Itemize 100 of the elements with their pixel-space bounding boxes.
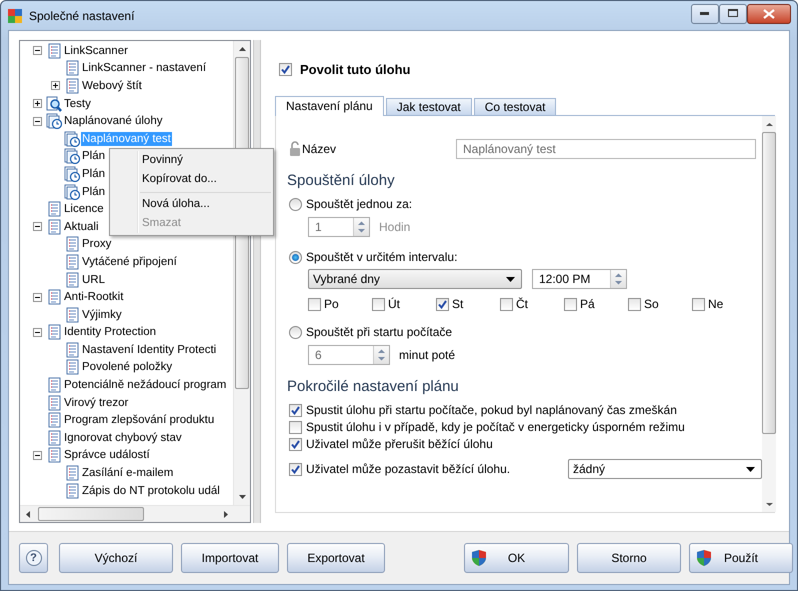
tree-item[interactable]: Virový trezor — [63, 396, 130, 410]
checkbox[interactable] — [289, 462, 302, 476]
maximize-icon — [728, 9, 738, 18]
time-field[interactable]: 12:00 PM — [532, 269, 627, 289]
expand-icon[interactable] — [50, 81, 60, 90]
checkbox[interactable] — [289, 404, 302, 416]
tree-item[interactable]: Zasílání e-mailem — [81, 466, 174, 480]
tree-item[interactable]: Ignorovat chybový stav — [63, 430, 183, 445]
tree-item[interactable]: LinkScanner - nastavení — [81, 61, 208, 76]
collapse-icon[interactable] — [32, 222, 42, 232]
checkbox[interactable] — [308, 298, 321, 310]
horizontal-scrollbar[interactable] — [20, 505, 250, 522]
name-label: Název — [302, 142, 336, 156]
checkbox[interactable] — [289, 420, 302, 434]
option-label: Spustit úlohu i v případě, kdy je počítač v energeticky úsporném režimu — [306, 420, 685, 434]
radio-button[interactable] — [289, 250, 302, 264]
document-icon — [46, 289, 62, 306]
unit-label: Hodin — [379, 220, 410, 234]
minimize-button[interactable] — [691, 4, 719, 24]
tree-item[interactable]: URL — [81, 272, 106, 287]
checkbox[interactable] — [279, 62, 292, 76]
padlock-icon — [289, 141, 301, 157]
scheduled-page-icon — [64, 130, 80, 147]
option-label: Spouštět v určitém intervalu: — [306, 250, 458, 264]
tree-item[interactable]: Webový štít — [81, 78, 143, 93]
tab[interactable]: Nastavení plánu — [275, 96, 384, 116]
document-icon — [64, 359, 80, 376]
document-icon — [64, 78, 80, 94]
document-icon — [64, 465, 80, 482]
tree-item[interactable]: Testy — [63, 96, 92, 111]
pause-dropdown[interactable]: žádný — [568, 459, 762, 479]
checkbox[interactable] — [436, 298, 449, 310]
dialog-button[interactable]: OK — [464, 543, 569, 573]
menu-item[interactable]: Nová úloha... — [110, 195, 273, 214]
document-icon — [46, 42, 62, 59]
tree-item[interactable]: Licence — [63, 202, 105, 216]
collapse-icon[interactable] — [32, 450, 42, 460]
name-field[interactable]: Naplánovaný test — [456, 139, 756, 159]
tree-item[interactable]: Program zlepšování produktu — [63, 413, 216, 428]
document-icon — [64, 342, 80, 358]
checkbox[interactable] — [628, 298, 641, 310]
radio-button[interactable] — [289, 198, 302, 210]
tab[interactable]: Jak testovat — [386, 98, 472, 115]
window-title: Společné nastavení — [29, 8, 136, 22]
tree-item[interactable]: LinkScanner — [63, 44, 129, 58]
tree-item[interactable]: Povolené položky — [81, 360, 174, 374]
spin-arrows-icon[interactable] — [610, 270, 626, 288]
tree-item[interactable]: Plán — [81, 149, 106, 164]
tree-item[interactable]: Proxy — [81, 237, 112, 252]
checkbox[interactable] — [500, 298, 513, 310]
menu-item[interactable]: Povinný — [110, 151, 273, 170]
option-label: Spustit úlohu při startu počítače, pokud byl naplánovaný čas zmeškán — [306, 403, 677, 417]
tree-item[interactable]: Identity Protection — [63, 325, 158, 340]
radio-button[interactable] — [289, 326, 302, 338]
tree-item[interactable]: Plán — [81, 184, 106, 199]
dialog-button[interactable]: Exportovat — [287, 543, 385, 573]
dialog-button[interactable]: Storno — [577, 543, 681, 573]
day-label: Út — [388, 297, 400, 311]
collapse-icon[interactable] — [32, 116, 42, 126]
document-icon — [46, 430, 62, 446]
maximize-button[interactable] — [719, 4, 747, 24]
checkbox[interactable] — [372, 298, 385, 310]
tree-item[interactable]: Plán — [81, 166, 106, 181]
checkbox[interactable] — [564, 298, 577, 310]
dropdown-arrow-icon[interactable] — [746, 466, 755, 472]
tab[interactable]: Co testovat — [474, 98, 556, 115]
tree-item[interactable]: Zápis do NT protokolu udál — [81, 484, 221, 498]
magnifier-icon — [46, 96, 62, 112]
tree-item[interactable]: Anti-Rootkit — [63, 290, 124, 304]
tree-item[interactable]: Správce událostí — [63, 448, 151, 462]
tree-item[interactable]: Aktuali — [63, 220, 100, 234]
schedule-dropdown[interactable]: Vybrané dny — [308, 269, 522, 289]
tree-item[interactable]: Potenciálně nežádoucí program — [63, 378, 228, 392]
document-icon — [64, 254, 80, 270]
expand-icon[interactable] — [32, 99, 42, 108]
collapse-icon[interactable] — [32, 328, 42, 337]
help-button[interactable]: ? — [19, 543, 48, 573]
dialog-button[interactable]: Výchozí — [59, 543, 173, 573]
document-icon — [46, 447, 62, 464]
dropdown-arrow-icon[interactable] — [506, 276, 515, 282]
shield-icon — [696, 549, 712, 567]
collapse-icon[interactable] — [32, 292, 42, 302]
scheduled-page-icon — [46, 113, 62, 130]
section-heading: Pokročilé nastavení plánu — [287, 378, 460, 396]
tree-item[interactable]: Naplánované úlohy — [63, 114, 164, 128]
dialog-button[interactable]: Importovat — [181, 543, 279, 573]
tree-item[interactable]: Výjimky — [81, 308, 123, 322]
checkbox[interactable] — [289, 438, 302, 450]
close-button[interactable] — [747, 4, 791, 24]
dialog-button[interactable]: Použít — [689, 543, 793, 573]
tree-item[interactable]: Nastavení Identity Protecti — [81, 342, 218, 357]
day-label: So — [644, 297, 659, 311]
menu-item[interactable]: Kopírovat do... — [110, 170, 273, 189]
enable-task-label: Povolit tuto úlohu — [300, 62, 410, 76]
app-logo-icon — [7, 8, 23, 24]
vertical-scrollbar[interactable] — [762, 116, 776, 512]
collapse-icon[interactable] — [32, 46, 42, 56]
tree-item[interactable]: Vytáčené připojení — [81, 254, 178, 269]
checkbox[interactable] — [692, 298, 705, 310]
document-icon — [64, 306, 80, 323]
